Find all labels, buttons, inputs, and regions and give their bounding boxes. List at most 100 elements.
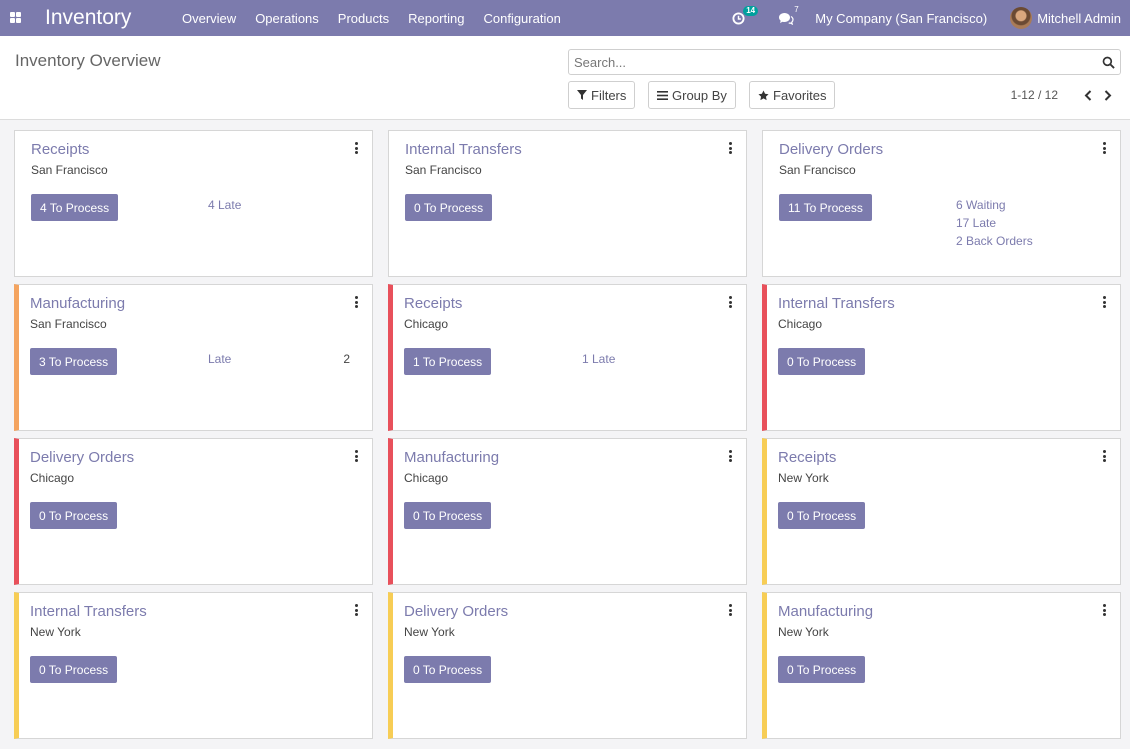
apps-menu-icon[interactable] — [10, 12, 21, 23]
card-stats: 6 Waiting 17 Late 2 Back Orders — [956, 196, 1033, 250]
to-process-button[interactable]: 4 To Process — [31, 194, 119, 221]
card-dropdown-icon[interactable] — [355, 296, 359, 308]
to-process-button[interactable]: 1 To Process — [404, 348, 492, 375]
card-stats: 1 Late — [582, 350, 615, 368]
avatar — [1010, 7, 1033, 29]
company-switcher[interactable]: My Company (San Francisco) — [815, 11, 987, 26]
chevron-right-icon — [1104, 89, 1112, 101]
card-title[interactable]: Internal Transfers — [30, 603, 147, 620]
card-dropdown-icon[interactable] — [729, 296, 733, 308]
card-title[interactable]: Manufacturing — [30, 295, 125, 312]
user-menu[interactable]: Mitchell Admin — [1010, 7, 1121, 29]
pager-value[interactable]: 1-12 / 12 — [1011, 88, 1058, 102]
card-warehouse: New York — [30, 625, 81, 639]
late-link[interactable]: Late — [208, 350, 231, 368]
card-title[interactable]: Delivery Orders — [404, 603, 508, 620]
app-brand[interactable]: Inventory — [45, 5, 131, 31]
card-title[interactable]: Delivery Orders — [779, 141, 883, 158]
kanban-card: Internal Transfers New York 0 To Process — [14, 592, 373, 739]
card-dropdown-icon[interactable] — [1103, 296, 1107, 308]
card-title[interactable]: Internal Transfers — [405, 141, 522, 158]
to-process-button[interactable]: 0 To Process — [778, 348, 866, 375]
menu-overview[interactable]: Overview — [182, 11, 236, 26]
card-dropdown-icon[interactable] — [1103, 450, 1107, 462]
kanban-card: Internal Transfers San Francisco 0 To Pr… — [388, 130, 747, 277]
search-input[interactable] — [569, 50, 1089, 74]
pager-previous-button[interactable] — [1084, 89, 1094, 101]
menu-products[interactable]: Products — [338, 11, 389, 26]
card-dropdown-icon[interactable] — [355, 142, 359, 154]
back-orders-link[interactable]: 2 Back Orders — [956, 232, 1033, 250]
card-dropdown-icon[interactable] — [729, 142, 733, 154]
card-warehouse: New York — [778, 471, 829, 485]
activity-button[interactable]: 14 — [732, 5, 759, 25]
card-warehouse: San Francisco — [779, 163, 856, 177]
to-process-button[interactable]: 0 To Process — [778, 502, 866, 529]
late-count: 2 — [343, 352, 350, 366]
card-title[interactable]: Internal Transfers — [778, 295, 895, 312]
bars-icon — [657, 90, 668, 100]
page-title: Inventory Overview — [15, 51, 161, 70]
favorites-button[interactable]: Favorites — [749, 81, 836, 109]
card-warehouse: New York — [778, 625, 829, 639]
kanban-card: Delivery Orders New York 0 To Process — [388, 592, 747, 739]
operation-types-kanban: Receipts San Francisco 4 To Process 4 La… — [14, 130, 1121, 739]
navbar-systray: 14 7 My Company (San Francisco) Mitchell… — [732, 0, 1130, 36]
card-warehouse: Chicago — [404, 317, 449, 331]
messages-count-badge: 7 — [794, 4, 799, 14]
menu-reporting[interactable]: Reporting — [408, 11, 464, 26]
kanban-card: Receipts Chicago 1 To Process 1 Late — [388, 284, 747, 431]
favorites-label: Favorites — [773, 87, 827, 103]
to-process-button[interactable]: 0 To Process — [30, 502, 118, 529]
pager: 1-12 / 12 — [1011, 88, 1114, 102]
card-title[interactable]: Receipts — [31, 141, 89, 158]
card-dropdown-icon[interactable] — [355, 604, 359, 616]
late-link[interactable]: 17 Late — [956, 214, 1033, 232]
menu-operations[interactable]: Operations — [255, 11, 319, 26]
card-title[interactable]: Receipts — [404, 295, 462, 312]
kanban-card: Manufacturing San Francisco 3 To Process… — [14, 284, 373, 431]
menu-configuration[interactable]: Configuration — [483, 11, 560, 26]
card-dropdown-icon[interactable] — [1103, 604, 1107, 616]
to-process-button[interactable]: 3 To Process — [30, 348, 118, 375]
chat-icon — [779, 12, 794, 25]
card-title[interactable]: Manufacturing — [404, 449, 499, 466]
card-dropdown-icon[interactable] — [729, 450, 733, 462]
to-process-button[interactable]: 0 To Process — [405, 194, 493, 221]
filters-button[interactable]: Filters — [568, 81, 636, 109]
to-process-button[interactable]: 11 To Process — [779, 194, 872, 221]
card-dropdown-icon[interactable] — [1103, 142, 1107, 154]
card-warehouse: Chicago — [404, 471, 449, 485]
kanban-card: Delivery Orders Chicago 0 To Process — [14, 438, 373, 585]
to-process-button[interactable]: 0 To Process — [30, 656, 118, 683]
to-process-button[interactable]: 0 To Process — [404, 656, 492, 683]
card-warehouse: San Francisco — [31, 163, 108, 177]
card-title[interactable]: Delivery Orders — [30, 449, 134, 466]
search-bar — [568, 49, 1121, 75]
card-dropdown-icon[interactable] — [355, 450, 359, 462]
card-warehouse: Chicago — [778, 317, 823, 331]
kanban-card: Manufacturing New York 0 To Process — [762, 592, 1121, 739]
filters-label: Filters — [591, 87, 627, 103]
kanban-card: Receipts San Francisco 4 To Process 4 La… — [14, 130, 373, 277]
card-dropdown-icon[interactable] — [729, 604, 733, 616]
filter-icon — [577, 90, 587, 100]
card-warehouse: New York — [404, 625, 455, 639]
top-navbar: Inventory Overview Operations Products R… — [0, 0, 1130, 36]
control-panel: Inventory Overview Filters Group By Favo… — [0, 36, 1130, 120]
late-link[interactable]: 4 Late — [208, 196, 241, 214]
card-title[interactable]: Receipts — [778, 449, 836, 466]
kanban-card: Manufacturing Chicago 0 To Process — [388, 438, 747, 585]
card-stats: 4 Late — [208, 196, 241, 214]
late-link[interactable]: 1 Late — [582, 350, 615, 368]
user-name: Mitchell Admin — [1037, 10, 1121, 26]
to-process-button[interactable]: 0 To Process — [404, 502, 492, 529]
to-process-button[interactable]: 0 To Process — [778, 656, 866, 683]
pager-next-button[interactable] — [1104, 89, 1114, 101]
card-warehouse: San Francisco — [405, 163, 482, 177]
messages-button[interactable]: 7 — [778, 5, 799, 25]
group-by-button[interactable]: Group By — [648, 81, 736, 109]
card-title[interactable]: Manufacturing — [778, 603, 873, 620]
search-icon[interactable] — [1102, 56, 1115, 69]
waiting-link[interactable]: 6 Waiting — [956, 196, 1033, 214]
